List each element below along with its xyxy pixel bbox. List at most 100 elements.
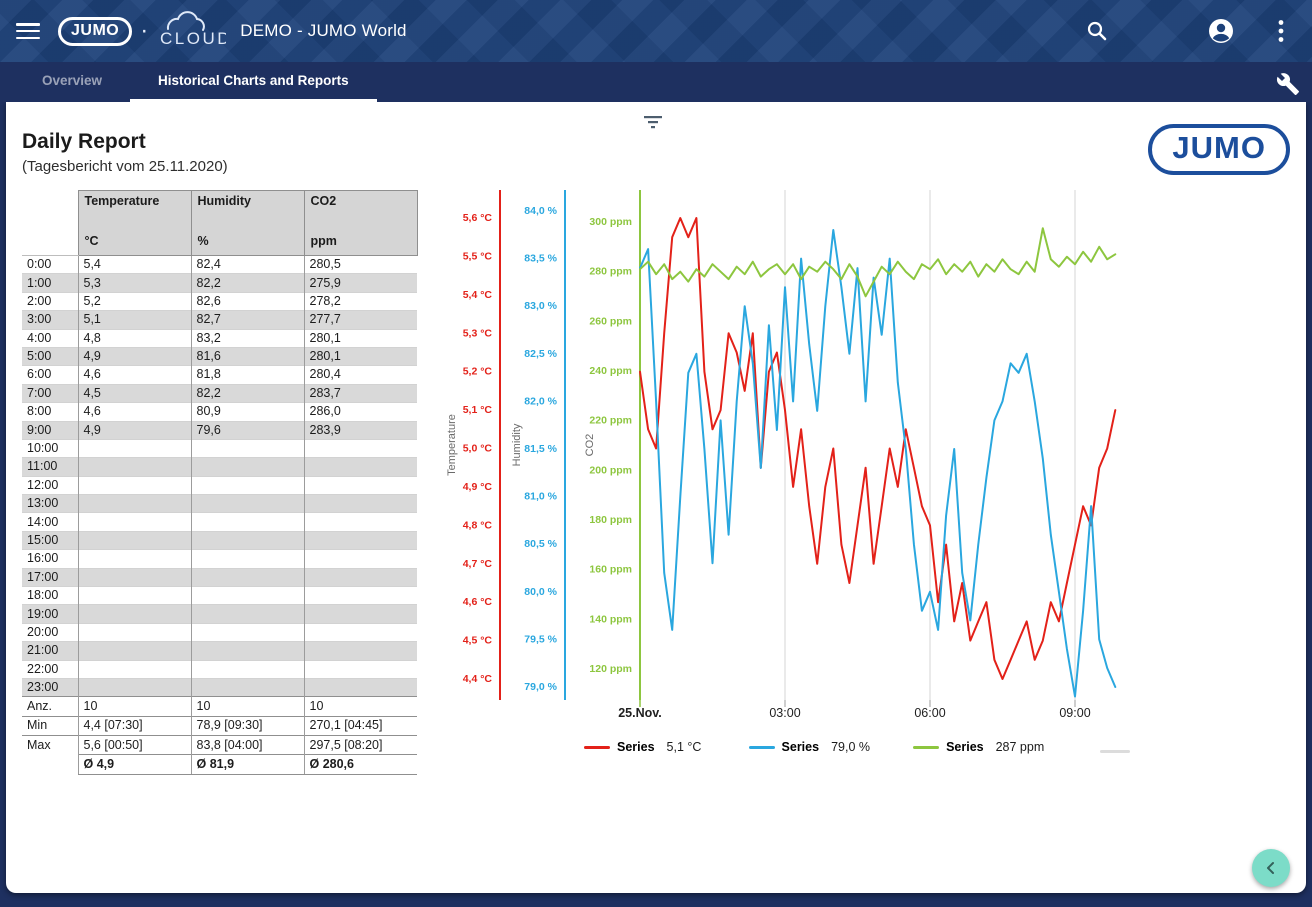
table-cell: 277,7 xyxy=(304,311,417,329)
table-row: 2:005,282,6278,2 xyxy=(22,292,417,310)
settings-button[interactable] xyxy=(1276,72,1300,96)
table-row: 15:00 xyxy=(22,531,417,549)
collapse-panel-button[interactable] xyxy=(1252,849,1290,887)
table-cell xyxy=(304,623,417,641)
hamburger-menu-icon[interactable] xyxy=(16,23,40,39)
table-cell xyxy=(304,660,417,678)
cloud-icon xyxy=(168,12,204,30)
account-button[interactable] xyxy=(1208,18,1234,44)
jumo-logo: JUMO xyxy=(58,17,132,46)
table-cell xyxy=(78,623,191,641)
table-cell: 4,5 xyxy=(78,384,191,402)
table-row: 6:004,681,8280,4 xyxy=(22,366,417,384)
table-cell: 12:00 xyxy=(22,476,78,494)
tab-overview[interactable]: Overview xyxy=(14,62,130,102)
table-row: 21:00 xyxy=(22,642,417,660)
y-tick-label: 82,5 % xyxy=(524,348,557,360)
table-cell: 20:00 xyxy=(22,623,78,641)
brand-separator: · xyxy=(140,17,148,45)
table-cell: 83,2 xyxy=(191,329,304,347)
table-cell xyxy=(78,439,191,457)
table-cell: Anz. xyxy=(22,697,78,716)
table-row: 4:004,883,2280,1 xyxy=(22,329,417,347)
table-cell: 81,6 xyxy=(191,347,304,365)
table-cell: 82,7 xyxy=(191,311,304,329)
table-cell xyxy=(78,660,191,678)
table-cell: Ø 4,9 xyxy=(78,755,191,774)
tab-historical-charts-and-reports[interactable]: Historical Charts and Reports xyxy=(130,62,377,102)
table-cell: 13:00 xyxy=(22,495,78,513)
filter-button[interactable] xyxy=(642,114,664,130)
table-cell xyxy=(304,439,417,457)
table-cell: Max xyxy=(22,735,78,754)
table-cell: 80,9 xyxy=(191,403,304,421)
legend-item-co2[interactable]: Series 287 ppm xyxy=(913,740,1078,754)
table-cell xyxy=(78,513,191,531)
table-cell xyxy=(78,550,191,568)
y-tick-label: 5,5 °C xyxy=(463,250,493,262)
table-cell: 22:00 xyxy=(22,660,78,678)
table-cell: 283,9 xyxy=(304,421,417,439)
table-row: 17:00 xyxy=(22,568,417,586)
series-line-humidity xyxy=(640,230,1115,697)
x-tick-label: 03:00 xyxy=(769,706,800,720)
legend-item-temperature[interactable]: Series 5,1 °C xyxy=(584,740,749,754)
table-summary-row: Ø 4,9Ø 81,9Ø 280,6 xyxy=(22,755,417,774)
series-line-co2 xyxy=(640,228,1115,296)
y-tick-label: 160 ppm xyxy=(589,564,632,576)
table-cell: 4,9 xyxy=(78,421,191,439)
table-cell: 270,1 [04:45] xyxy=(304,716,417,735)
table-cell: Ø 280,6 xyxy=(304,755,417,774)
historical-chart[interactable]: 25.Nov.03:0006:0009:005,6 °C5,5 °C5,4 °C… xyxy=(430,185,1135,730)
filter-icon xyxy=(642,114,664,130)
x-tick-label: 09:00 xyxy=(1059,706,1090,720)
table-row: 22:00 xyxy=(22,660,417,678)
table-row: 16:00 xyxy=(22,550,417,568)
table-cell: 9:00 xyxy=(22,421,78,439)
jumo-brand-badge: JUMO xyxy=(1148,124,1290,175)
y-tick-label: 240 ppm xyxy=(589,365,632,377)
table-row: 1:005,382,2275,9 xyxy=(22,274,417,292)
y-tick-label: 82,0 % xyxy=(524,395,557,407)
legend-label: Series xyxy=(617,740,655,754)
table-cell: 78,9 [09:30] xyxy=(191,716,304,735)
table-cell: 280,1 xyxy=(304,329,417,347)
y-tick-label: 4,8 °C xyxy=(463,519,493,531)
table-cell: 21:00 xyxy=(22,642,78,660)
table-cell xyxy=(78,605,191,623)
app-bar: JUMO · CLOUD DEMO - JUMO World xyxy=(0,0,1312,62)
table-cell xyxy=(304,495,417,513)
table-header-row: Temperature °C Humidity % CO2 ppm xyxy=(22,191,417,256)
table-cell xyxy=(191,458,304,476)
y-tick-label: 4,9 °C xyxy=(463,481,493,493)
table-cell: 3:00 xyxy=(22,311,78,329)
table-cell: 0:00 xyxy=(22,256,78,274)
y-tick-label: 84,0 % xyxy=(524,205,557,217)
chart-horizontal-scrollbar[interactable] xyxy=(1100,750,1130,753)
y-tick-label: 5,0 °C xyxy=(463,443,493,455)
table-cell: 5,1 xyxy=(78,311,191,329)
column-header-humidity: Humidity % xyxy=(191,191,304,256)
table-body: 0:005,482,4280,51:005,382,2275,92:005,28… xyxy=(22,256,417,697)
more-options-button[interactable] xyxy=(1278,19,1284,43)
column-unit: °C xyxy=(85,234,185,248)
search-button[interactable] xyxy=(1086,20,1108,42)
table-cell: 23:00 xyxy=(22,678,78,696)
table-row: 11:00 xyxy=(22,458,417,476)
legend-value: 287 ppm xyxy=(996,740,1052,754)
table-cell: 79,6 xyxy=(191,421,304,439)
legend-item-humidity[interactable]: Series 79,0 % xyxy=(749,740,914,754)
table-row: 9:004,979,6283,9 xyxy=(22,421,417,439)
table-cell: 10 xyxy=(304,697,417,716)
table-cell: 280,4 xyxy=(304,366,417,384)
y-tick-label: 120 ppm xyxy=(589,663,632,675)
table-cell: 17:00 xyxy=(22,568,78,586)
table-cell: 82,2 xyxy=(191,384,304,402)
table-cell: 297,5 [08:20] xyxy=(304,735,417,754)
y-tick-label: 5,1 °C xyxy=(463,404,493,416)
legend-value: 79,0 % xyxy=(831,740,887,754)
table-cell xyxy=(304,476,417,494)
y-tick-label: 140 ppm xyxy=(589,613,632,625)
table-cell xyxy=(191,476,304,494)
table-cell: 278,2 xyxy=(304,292,417,310)
